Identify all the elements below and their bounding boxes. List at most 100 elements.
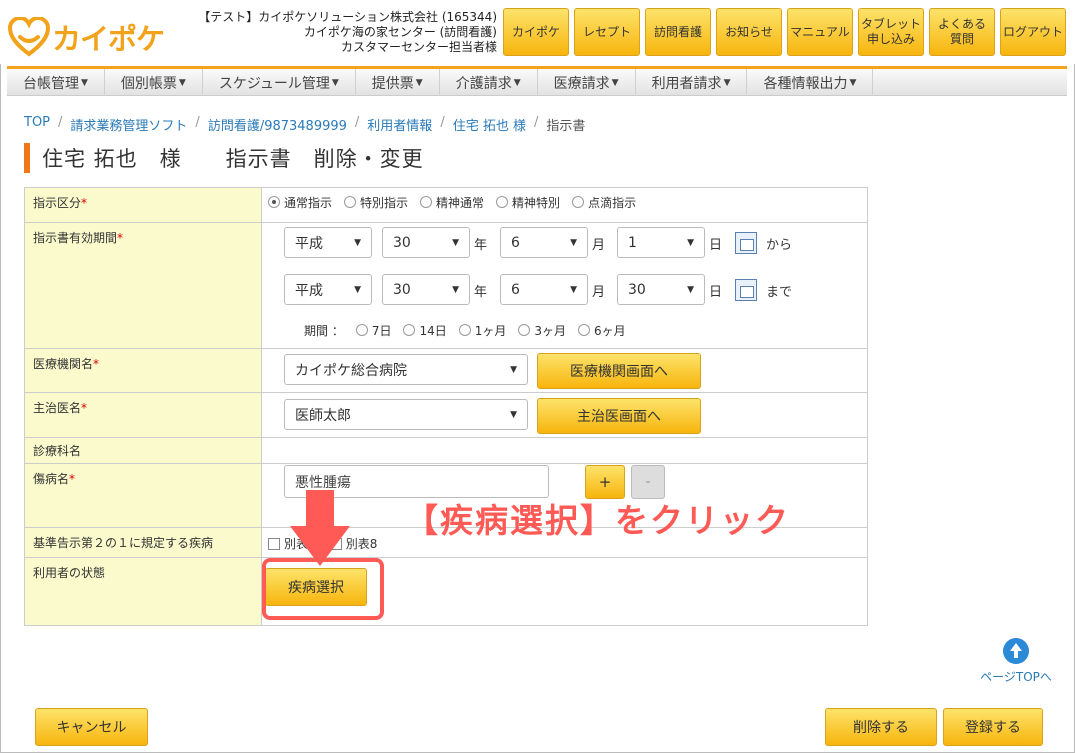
dropdown-arrow-icon: ▼ bbox=[452, 237, 459, 248]
register-button[interactable]: 登録する bbox=[943, 708, 1043, 746]
breadcrumb: TOP / 請求業務管理ソフト / 訪問看護/9873489999/ 利用者情報 / … bbox=[24, 115, 586, 134]
breadcrumb-current: 指示書 bbox=[546, 119, 586, 134]
logo-text: カイポケ bbox=[52, 22, 165, 56]
nav-faq-button[interactable]: よくある 質問 bbox=[929, 8, 995, 56]
breadcrumb-user[interactable]: 住宅 拓也 様 bbox=[453, 115, 526, 134]
unit-year: 年 bbox=[474, 238, 488, 253]
unit-day: 日 bbox=[709, 285, 723, 300]
period-label: 期間 ： bbox=[304, 323, 344, 338]
institution-select[interactable]: カイポケ総合病院 ▼ bbox=[284, 354, 528, 385]
down-arrow-icon bbox=[290, 490, 350, 566]
dropdown-arrow-icon: ▼ bbox=[570, 284, 577, 295]
caret-down-icon: ▼ bbox=[331, 77, 339, 88]
nav-visiting-nursing-button[interactable]: 訪問看護 bbox=[645, 8, 711, 56]
label-instruction-type: 指示区分* bbox=[25, 188, 262, 222]
period-6m[interactable]: 6ヶ月 bbox=[578, 322, 626, 339]
title-accent bbox=[24, 143, 30, 173]
header: カイポケ 【テスト】カイポケソリューション株式会社 (165344) カイポケ海… bbox=[0, 0, 1075, 64]
instruction-form: 指示区分* 通常指示 特別指示 精神通常 精神特別 点滴指示 指示書有効期間* … bbox=[24, 187, 868, 626]
period-1m[interactable]: 1ヶ月 bbox=[458, 322, 506, 339]
nav-kaipoke-button[interactable]: カイポケ bbox=[503, 8, 569, 56]
caret-down-icon: ▼ bbox=[81, 77, 88, 88]
from-month-select[interactable]: 6 ▼ bbox=[500, 227, 588, 258]
label-institution: 医療機関名* bbox=[25, 349, 262, 392]
breadcrumb-user-info[interactable]: 利用者情報 bbox=[367, 115, 432, 134]
caret-down-icon: ▼ bbox=[178, 77, 186, 88]
unit-month: 月 bbox=[592, 238, 606, 253]
to-day-select[interactable]: 30 ▼ bbox=[617, 274, 705, 305]
menu-output[interactable]: 各種情報出力 ▼ bbox=[747, 69, 874, 96]
to-year-select[interactable]: 30 ▼ bbox=[382, 274, 470, 305]
calendar-icon[interactable] bbox=[735, 232, 757, 254]
radio-mental-special[interactable]: 精神特別 bbox=[496, 194, 560, 211]
instruction-type-radios: 通常指示 特別指示 精神通常 精神特別 点滴指示 bbox=[268, 192, 861, 212]
period-3m[interactable]: 3ヶ月 bbox=[518, 322, 566, 339]
dropdown-arrow-icon: ▼ bbox=[687, 284, 694, 295]
to-era-select[interactable]: 平成 ▼ bbox=[284, 274, 372, 305]
logo[interactable]: カイポケ bbox=[8, 16, 165, 58]
from-day-select[interactable]: 1 ▼ bbox=[617, 227, 705, 258]
doctor-select[interactable]: 医師太郎 ▼ bbox=[284, 399, 528, 430]
menu-service-forms[interactable]: 提供票 ▼ bbox=[356, 69, 440, 96]
menu-ledger[interactable]: 台帳管理 ▼ bbox=[7, 69, 105, 96]
breadcrumb-office[interactable]: 訪問看護/9873489999 bbox=[208, 115, 347, 134]
nav-logout-button[interactable]: ログアウト bbox=[1000, 8, 1066, 56]
delete-button[interactable]: 削除する bbox=[825, 708, 937, 746]
from-era-select[interactable]: 平成 ▼ bbox=[284, 227, 372, 258]
to-month-select[interactable]: 6 ▼ bbox=[500, 274, 588, 305]
menu-user-billing[interactable]: 利用者請求 ▼ bbox=[636, 69, 748, 96]
nav-manual-button[interactable]: マニュアル bbox=[787, 8, 853, 56]
dropdown-arrow-icon: ▼ bbox=[510, 364, 517, 375]
nav-receipt-button[interactable]: レセプト bbox=[574, 8, 640, 56]
arrow-up-icon bbox=[1003, 638, 1029, 664]
from-year-select[interactable]: 30 ▼ bbox=[382, 227, 470, 258]
label-doctor: 主治医名* bbox=[25, 393, 262, 437]
annotation-text: 【疾病選択】をクリック bbox=[405, 501, 790, 540]
row-institution: 医療機関名* カイポケ総合病院 ▼ 医療機関画面へ bbox=[25, 349, 867, 393]
dropdown-arrow-icon: ▼ bbox=[354, 284, 361, 295]
period-14d[interactable]: 14日 bbox=[403, 322, 447, 339]
caret-down-icon: ▼ bbox=[415, 77, 423, 88]
label-standard-disease: 基準告示第２の１に規定する疾病 bbox=[25, 528, 262, 557]
top-nav: カイポケ レセプト 訪問看護 お知らせ マニュアル タブレット 申し込み よくあ… bbox=[503, 8, 1066, 56]
unit-month: 月 bbox=[592, 285, 606, 300]
cancel-button[interactable]: キャンセル bbox=[35, 708, 148, 746]
breadcrumb-billing-software[interactable]: 請求業務管理ソフト bbox=[70, 115, 187, 134]
highlight-box bbox=[262, 558, 384, 620]
label-validity: 指示書有効期間* bbox=[25, 223, 262, 348]
radio-normal[interactable]: 通常指示 bbox=[268, 194, 332, 211]
radio-drip[interactable]: 点滴指示 bbox=[572, 194, 636, 211]
caret-down-icon: ▼ bbox=[849, 77, 857, 88]
company-line: 【テスト】カイポケソリューション株式会社 (165344) bbox=[198, 10, 497, 24]
from-suffix: から bbox=[766, 238, 793, 253]
nav-tablet-button[interactable]: タブレット 申し込み bbox=[858, 8, 924, 56]
main-menu: 台帳管理 ▼ 個別帳票 ▼ スケジュール管理 ▼ 提供票 ▼ 介護請求 ▼ 医療請求 ▼ 利… bbox=[7, 66, 1067, 96]
dropdown-arrow-icon: ▼ bbox=[687, 237, 694, 248]
radio-special[interactable]: 特別指示 bbox=[344, 194, 408, 211]
row-condition: 利用者の状態 疾病選択 bbox=[25, 558, 867, 626]
caret-down-icon: ▼ bbox=[611, 77, 619, 88]
dropdown-arrow-icon: ▼ bbox=[354, 237, 361, 248]
page-title-text: 住宅 拓也 様 指示書 削除・変更 bbox=[42, 147, 424, 171]
menu-individual-forms[interactable]: 個別帳票 ▼ bbox=[105, 69, 203, 96]
doctor-screen-button[interactable]: 主治医画面へ bbox=[537, 398, 701, 434]
label-disease: 傷病名* bbox=[25, 464, 262, 527]
unit-day: 日 bbox=[709, 238, 723, 253]
page-top-link[interactable]: ページTOPへ bbox=[975, 638, 1057, 685]
menu-schedule[interactable]: スケジュール管理 ▼ bbox=[203, 69, 356, 96]
nav-notice-button[interactable]: お知らせ bbox=[716, 8, 782, 56]
period-7d[interactable]: 7日 bbox=[355, 322, 391, 339]
company-line: カスタマーセンター担当者様 bbox=[340, 40, 497, 54]
caret-down-icon: ▼ bbox=[513, 77, 521, 88]
radio-mental-normal[interactable]: 精神通常 bbox=[420, 194, 484, 211]
menu-care-billing[interactable]: 介護請求 ▼ bbox=[440, 69, 538, 96]
menu-medical-billing[interactable]: 医療請求 ▼ bbox=[538, 69, 636, 96]
page-title: 住宅 拓也 様 指示書 削除・変更 bbox=[24, 143, 424, 173]
breadcrumb-top[interactable]: TOP bbox=[24, 115, 50, 134]
dropdown-arrow-icon: ▼ bbox=[452, 284, 459, 295]
institution-screen-button[interactable]: 医療機関画面へ bbox=[537, 353, 701, 389]
to-suffix: まで bbox=[766, 285, 793, 300]
calendar-icon[interactable] bbox=[735, 279, 757, 301]
unit-year: 年 bbox=[474, 285, 488, 300]
period-radios: 期間 ： 7日 14日 1ヶ月 3ヶ月 6ヶ月 bbox=[304, 320, 626, 340]
